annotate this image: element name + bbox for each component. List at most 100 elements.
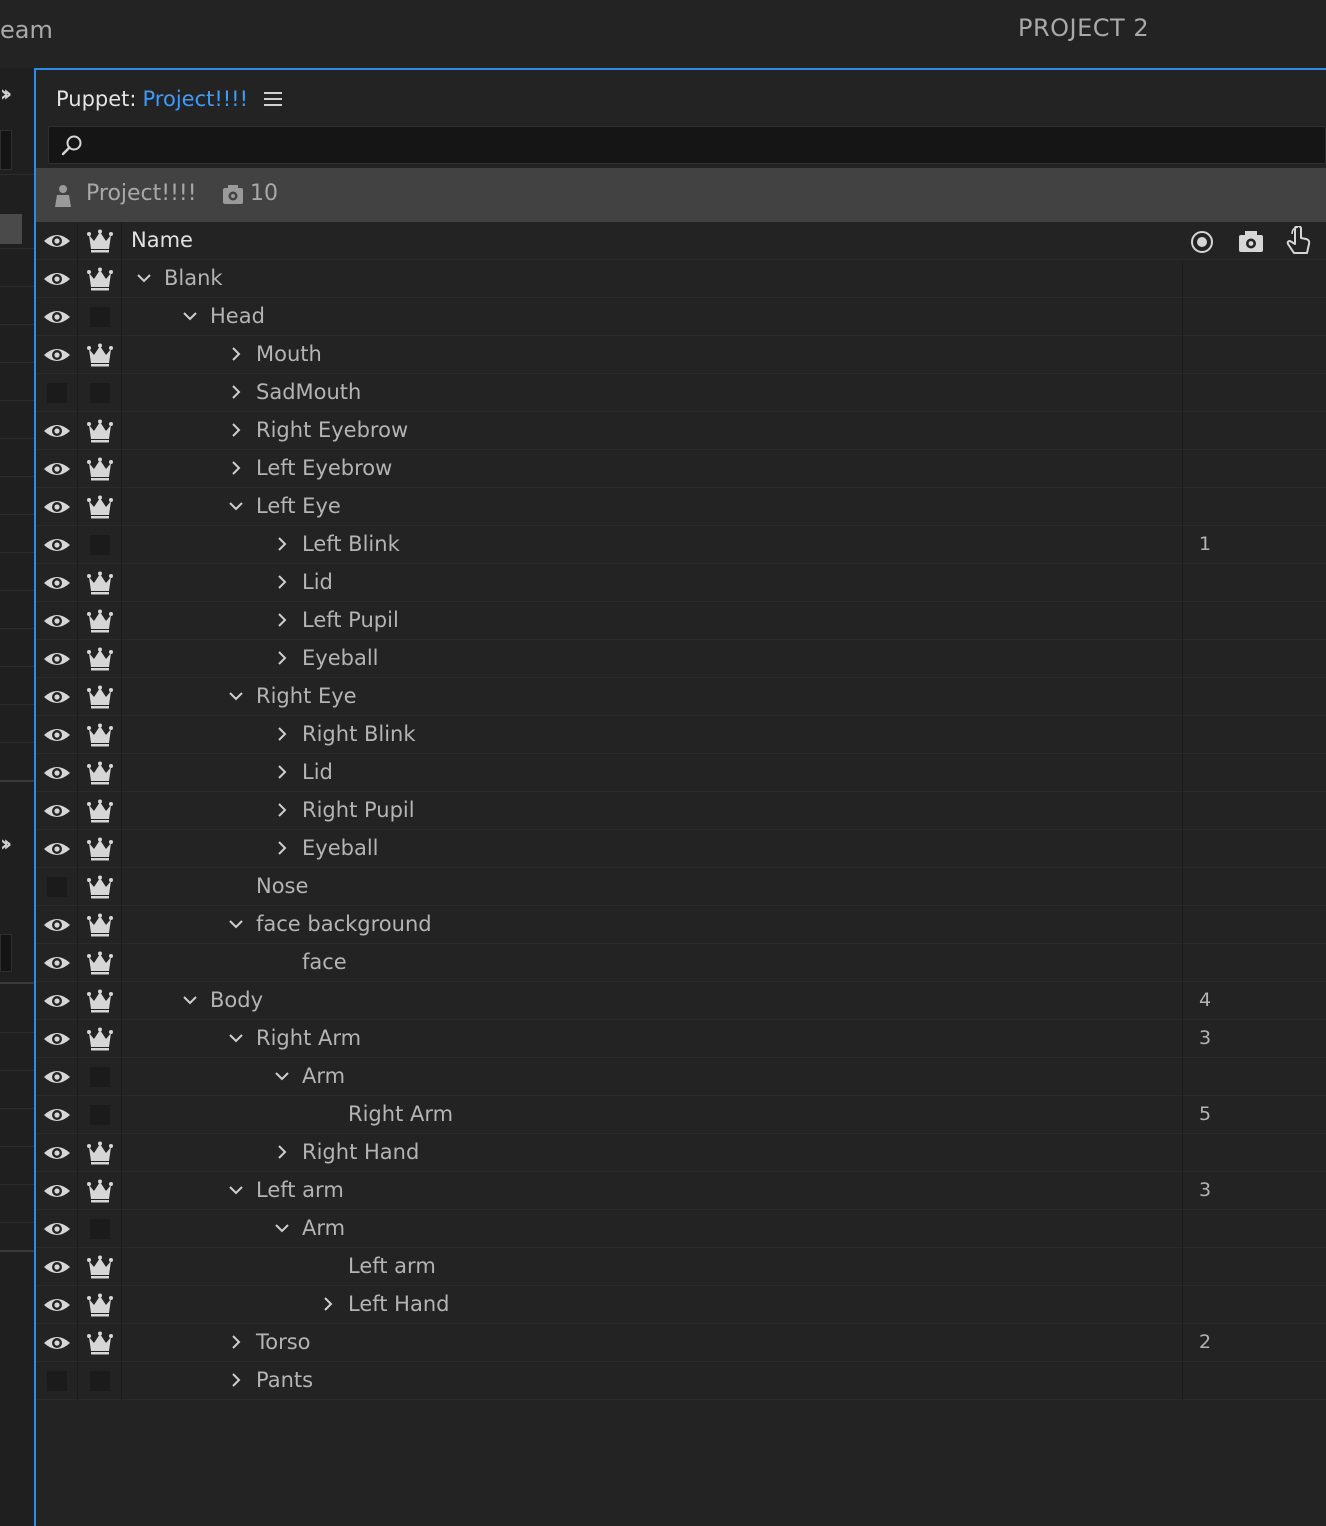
layer-name[interactable]: Right Hand [302,1140,419,1164]
chevron-down-icon[interactable] [228,688,244,704]
tree-row[interactable]: Lid [36,754,1326,792]
layer-name[interactable]: Nose [256,874,308,898]
workspace-tab-left[interactable]: eam [0,16,53,44]
tree-row[interactable]: Eyeball [36,640,1326,678]
chevron-down-icon[interactable] [274,1220,290,1236]
tree-row[interactable]: Body 4 [36,982,1326,1020]
independent-toggle[interactable] [78,678,122,716]
tree-row[interactable]: Mouth [36,336,1326,374]
visibility-toggle[interactable] [36,1210,78,1248]
independent-toggle[interactable] [78,1096,122,1134]
visibility-toggle[interactable] [36,260,78,298]
layer-name[interactable]: Right Arm [256,1026,361,1050]
independent-toggle[interactable] [78,298,122,336]
tree-row[interactable]: Eyeball [36,830,1326,868]
tree-row[interactable]: Left Blink 1 [36,526,1326,564]
layer-name[interactable]: Left Hand [348,1292,449,1316]
layer-name[interactable]: Pants [256,1368,313,1392]
tree-row[interactable]: Pants [36,1362,1326,1400]
visibility-toggle[interactable] [36,488,78,526]
visibility-toggle[interactable] [36,412,78,450]
chevron-down-icon[interactable] [228,1030,244,1046]
layer-name[interactable]: Left arm [256,1178,344,1202]
layer-name[interactable]: Mouth [256,342,322,366]
chevron-down-icon[interactable] [228,916,244,932]
chevron-right-icon[interactable] [228,1334,244,1350]
independent-toggle[interactable] [78,564,122,602]
chevron-right-icon[interactable] [228,346,244,362]
independent-toggle[interactable] [78,906,122,944]
tree-row[interactable]: Arm [36,1210,1326,1248]
tree-row[interactable]: Blank [36,260,1326,298]
chevron-right-icon[interactable] [274,536,290,552]
independent-toggle[interactable] [78,1286,122,1324]
chevron-right-icon[interactable] [228,384,244,400]
tree-row[interactable]: Arm [36,1058,1326,1096]
independent-toggle[interactable] [78,412,122,450]
tree-row[interactable]: face [36,944,1326,982]
search-field[interactable] [48,126,1326,164]
layer-name[interactable]: Lid [302,760,333,784]
layer-name[interactable]: Torso [256,1330,311,1354]
tree-row[interactable]: Torso 2 [36,1324,1326,1362]
layer-name[interactable]: face background [256,912,432,936]
tree-row[interactable]: Right Hand [36,1134,1326,1172]
independent-toggle[interactable] [78,1058,122,1096]
layer-name[interactable]: Right Eyebrow [256,418,408,442]
layer-name[interactable]: Left arm [348,1254,436,1278]
chevron-right-icon[interactable] [274,802,290,818]
independent-toggle[interactable] [78,792,122,830]
independent-toggle[interactable] [78,754,122,792]
expand-panels-icon-2[interactable]: ›› [0,832,12,857]
visibility-toggle[interactable] [36,1058,78,1096]
record-icon[interactable] [1190,230,1214,254]
tree-row[interactable]: Left Pupil [36,602,1326,640]
visibility-toggle[interactable] [36,716,78,754]
camera-icon[interactable] [1238,230,1264,254]
chevron-right-icon[interactable] [274,612,290,628]
visibility-toggle[interactable] [36,906,78,944]
visibility-toggle[interactable] [36,944,78,982]
independent-toggle[interactable] [78,1134,122,1172]
touch-icon[interactable] [1284,226,1312,256]
layer-name[interactable]: Body [210,988,263,1012]
tree-row[interactable]: face background [36,906,1326,944]
visibility-toggle[interactable] [36,450,78,488]
chevron-right-icon[interactable] [274,574,290,590]
panel-menu-icon[interactable] [264,92,283,106]
header-visibility-column[interactable] [36,222,78,260]
independent-toggle[interactable] [78,1172,122,1210]
visibility-toggle[interactable] [36,298,78,336]
header-name-column[interactable]: Name [122,222,1182,260]
layer-name[interactable]: Right Eye [256,684,357,708]
chevron-right-icon[interactable] [274,764,290,780]
layer-name[interactable]: Head [210,304,265,328]
layer-name[interactable]: Lid [302,570,333,594]
tree-row[interactable]: Lid [36,564,1326,602]
layer-name[interactable]: Left Blink [302,532,400,556]
chevron-down-icon[interactable] [182,992,198,1008]
visibility-toggle[interactable] [36,830,78,868]
chevron-right-icon[interactable] [228,422,244,438]
tree-row[interactable]: Right Eye [36,678,1326,716]
independent-toggle[interactable] [78,1324,122,1362]
visibility-toggle[interactable] [36,982,78,1020]
independent-toggle[interactable] [78,640,122,678]
chevron-down-icon[interactable] [228,1182,244,1198]
chevron-down-icon[interactable] [274,1068,290,1084]
chevron-right-icon[interactable] [274,840,290,856]
independent-toggle[interactable] [78,944,122,982]
search-input[interactable] [93,131,1293,159]
visibility-toggle[interactable] [36,792,78,830]
layer-name[interactable]: SadMouth [256,380,361,404]
visibility-toggle[interactable] [36,754,78,792]
layer-name[interactable]: Eyeball [302,646,378,670]
visibility-toggle[interactable] [36,1096,78,1134]
independent-toggle[interactable] [78,830,122,868]
independent-toggle[interactable] [78,526,122,564]
layer-name[interactable]: Left Eyebrow [256,456,392,480]
tree-row[interactable]: Right Eyebrow [36,412,1326,450]
chevron-right-icon[interactable] [228,1372,244,1388]
visibility-toggle[interactable] [36,602,78,640]
layer-name[interactable]: Right Pupil [302,798,415,822]
